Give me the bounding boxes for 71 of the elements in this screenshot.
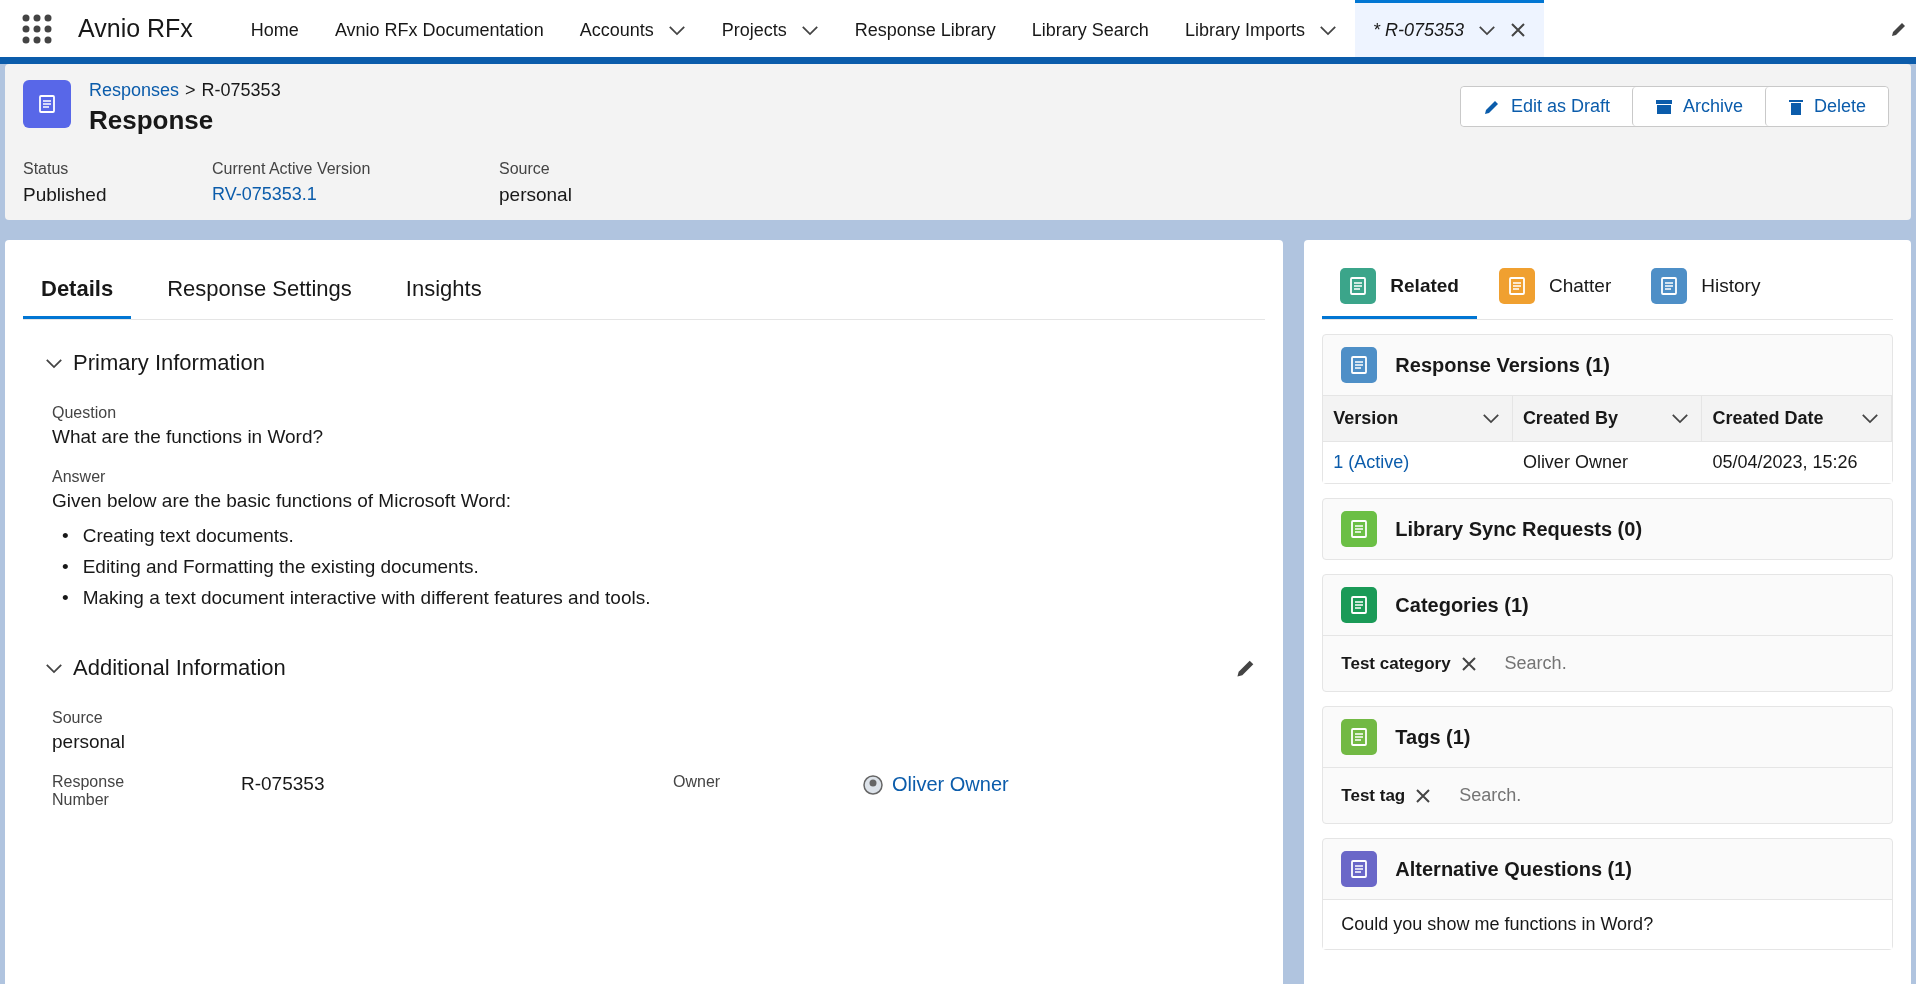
bullet: • <box>62 555 69 578</box>
tab[interactable]: Related <box>1322 268 1477 319</box>
field-value: Published <box>23 184 108 206</box>
field-value: personal <box>499 184 573 206</box>
bullet: • <box>62 524 69 547</box>
trash-icon <box>1787 97 1804 116</box>
tab[interactable]: Details <box>23 264 132 319</box>
nav-tab[interactable]: Response Library <box>836 0 1014 57</box>
alternative-question: Could you show me functions in Word? <box>1323 899 1892 949</box>
list-item: Editing and Formatting the existing documents. <box>82 555 479 578</box>
tab[interactable]: Response Settings <box>149 264 370 319</box>
chevron-down-icon <box>1671 413 1690 424</box>
field-link[interactable]: RV-075353.1 <box>212 184 499 205</box>
remove-icon[interactable] <box>1460 655 1477 672</box>
remove-icon[interactable] <box>1415 787 1432 804</box>
card-title: Tags (1) <box>1395 725 1471 749</box>
table-cell-text: 05/04/2023, 15:26 <box>1711 451 1859 474</box>
list-item: Creating text documents. <box>82 524 294 547</box>
table-cell-text: Oliver Owner <box>1521 451 1629 474</box>
field-label: Answer <box>52 468 107 486</box>
tab[interactable]: Insights <box>387 264 500 319</box>
column-header[interactable]: Created Date <box>1702 396 1892 442</box>
nav-tab[interactable]: Avnio RFx Documentation <box>316 0 562 57</box>
app-launcher-icon[interactable] <box>22 13 52 44</box>
field-label: Source <box>499 160 551 178</box>
chevron-down-icon <box>1861 413 1879 424</box>
field-label: Current Active Version <box>212 160 372 178</box>
app-name: Avnio RFx <box>78 14 193 43</box>
close-icon[interactable] <box>1510 22 1526 38</box>
bullet: • <box>62 586 69 609</box>
field-label: Owner <box>673 773 722 791</box>
field-label: Status <box>23 160 70 178</box>
breadcrumb-current: R-075353 <box>201 80 281 101</box>
nav-tab[interactable]: Projects <box>703 0 837 57</box>
breadcrumb-link[interactable]: Responses <box>89 80 180 101</box>
search-field[interactable]: Search. <box>1457 784 1874 807</box>
tag-label: Test category <box>1341 653 1451 674</box>
breadcrumb-separator: > <box>185 80 196 101</box>
column-header[interactable]: Version <box>1323 396 1513 442</box>
list-item: Making a text document interactive with different features and tools. <box>82 586 651 609</box>
card-title: Library Sync Requests (0) <box>1395 517 1643 541</box>
section-title[interactable]: Additional Information <box>73 655 1226 681</box>
box-icon <box>1654 97 1673 116</box>
record-title: Response <box>89 105 215 136</box>
section-title[interactable]: Primary Information <box>73 350 1258 376</box>
field-value: personal <box>52 731 126 753</box>
version-link[interactable]: 1 (Active) <box>1333 452 1410 472</box>
nav-tab[interactable]: Home <box>232 0 317 57</box>
field-label: Source <box>52 709 104 727</box>
tag-label: Test tag <box>1341 785 1406 806</box>
owner-link[interactable]: Oliver Owner <box>892 773 1009 796</box>
nav-tab[interactable]: Library Search <box>1013 0 1167 57</box>
field-label: Question <box>52 404 118 422</box>
tab[interactable]: Chatter <box>1480 268 1630 319</box>
nav-tab[interactable]: * R-075353 <box>1354 0 1544 57</box>
action-button[interactable]: Delete <box>1764 87 1888 126</box>
tab[interactable]: History <box>1633 268 1779 319</box>
search-field[interactable]: Search. <box>1502 652 1874 675</box>
card-title: Response Versions (1) <box>1395 353 1610 377</box>
card-title: Alternative Questions (1) <box>1395 857 1633 881</box>
chevron-down-icon <box>1481 413 1500 424</box>
answer-text: Given below are the basic functions of Microsoft Word: <box>52 490 513 512</box>
field-value: R-075353 <box>241 773 326 795</box>
field-label: Response Number <box>52 773 126 809</box>
avatar-icon <box>862 773 884 796</box>
field-value: What are the functions in Word? <box>52 426 325 448</box>
record-icon <box>23 80 71 128</box>
nav-tab[interactable]: Library Imports <box>1166 0 1355 57</box>
nav-tab[interactable]: Accounts <box>561 0 704 57</box>
column-header[interactable]: Created By <box>1512 396 1703 442</box>
card-title: Categories (1) <box>1395 593 1529 617</box>
